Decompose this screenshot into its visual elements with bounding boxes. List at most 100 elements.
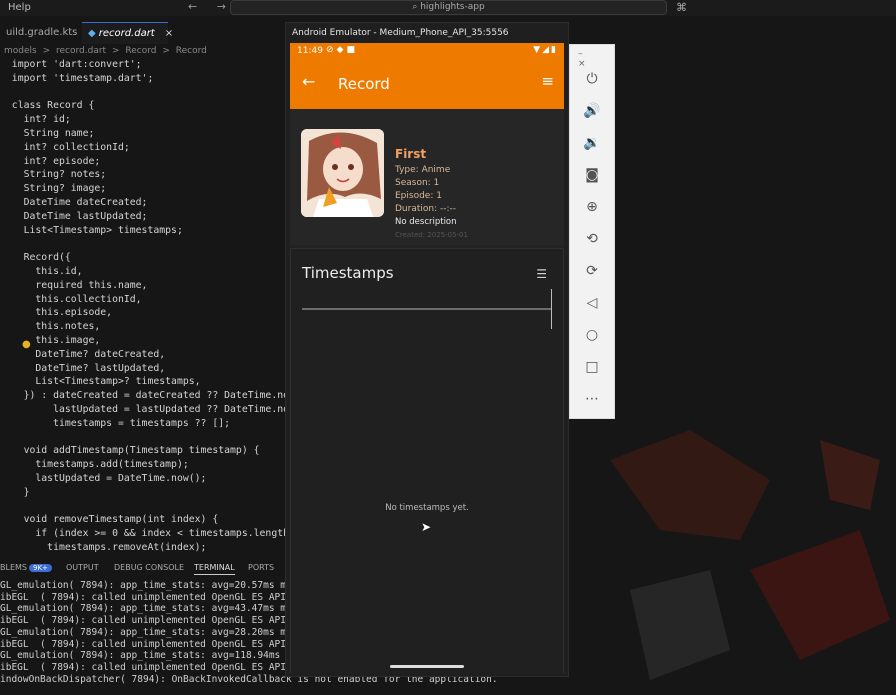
code-line: int? collectionId;	[0, 141, 130, 153]
code-line: DateTime dateCreated;	[0, 197, 148, 208]
emulator-controls: –× ⏻ 🔊 🔉 ◙ ⊕ ⟲ ⟳ ◁ ○ □ ⋯	[569, 44, 615, 419]
breadcrumb-item[interactable]: models	[4, 46, 37, 56]
tab-output[interactable]: OUTPUT	[66, 563, 99, 572]
mouse-cursor-icon: ➤	[421, 520, 432, 534]
record-type: Type: Anime	[395, 165, 451, 175]
record-card: First Type: Anime Season: 1 Episode: 1 D…	[290, 109, 564, 245]
status-notification-icons: ⊘◆■	[326, 45, 358, 55]
terminal-line: GL_emulation( 7894): app_time_stats: avg…	[0, 650, 321, 662]
tab-problems[interactable]: BLEMS 9K+	[0, 563, 52, 572]
terminal-line: GL_emulation( 7894): app_time_stats: avg…	[0, 626, 321, 638]
command-search-text: highlights-app	[420, 2, 485, 12]
code-line: lastUpdated = DateTime.now();	[0, 473, 207, 484]
code-line: this.collectionId,	[0, 293, 142, 305]
code-line: }) : dateCreated = dateCreated ?? DateTi…	[0, 390, 290, 402]
volume-down-icon[interactable]: 🔉	[570, 135, 614, 151]
code-line: DateTime? lastUpdated,	[0, 362, 166, 374]
code-line: class Record {	[0, 100, 95, 112]
close-icon[interactable]: ×	[165, 28, 173, 39]
code-line: }	[0, 486, 30, 498]
hamburger-menu-icon[interactable]: ≡	[541, 72, 554, 90]
editor-tabs: uild.gradle.kts ◆ record.dart ×	[0, 22, 290, 44]
camera-icon[interactable]: ◙	[570, 167, 614, 183]
code-line: Record({	[0, 252, 71, 264]
timeline-track[interactable]	[302, 308, 552, 310]
code-line: this.image,	[0, 335, 101, 346]
gesture-nav-handle[interactable]	[390, 665, 464, 668]
timestamps-card: Timestamps ☰ No timestamps yet. ➤	[290, 248, 564, 673]
panel-tabs: BLEMS 9K+ OUTPUT DEBUG CONSOLE TERMINAL P…	[0, 560, 290, 578]
record-description: No description	[395, 217, 457, 227]
tab-build-gradle[interactable]: uild.gradle.kts	[0, 22, 77, 44]
code-line: required this.name,	[0, 279, 148, 291]
record-season: Season: 1	[395, 178, 440, 188]
window-buttons[interactable]: –×	[578, 49, 614, 69]
terminal-line: ibEGL ( 7894): called unimplemented Open…	[0, 661, 286, 673]
timeline-handle[interactable]	[551, 289, 552, 329]
lightbulb-icon[interactable]: ●	[22, 339, 31, 350]
code-line: List<Timestamp> timestamps;	[0, 224, 183, 236]
breadcrumb-item[interactable]: Record	[125, 46, 156, 56]
status-time: 11:49	[297, 46, 323, 56]
terminal-line: GL_emulation( 7894): app_time_stats: avg…	[0, 603, 321, 615]
command-search[interactable]: ⌕ highlights-app	[230, 0, 667, 15]
app-bar-title: Record	[338, 75, 390, 93]
terminal-line: ibEGL ( 7894): called unimplemented Open…	[0, 591, 286, 603]
record-name: First	[395, 147, 427, 161]
code-editor[interactable]: import 'dart:convert'; import 'timestamp…	[0, 58, 290, 552]
emulator-title: Android Emulator - Medium_Phone_API_35:5…	[292, 28, 509, 38]
tab-debug-console[interactable]: DEBUG CONSOLE	[114, 563, 184, 572]
home-icon[interactable]: ○	[570, 327, 614, 343]
record-info: First Type: Anime Season: 1 Episode: 1 D…	[395, 147, 468, 242]
record-episode: Episode: 1	[395, 191, 442, 201]
code-line: lastUpdated = lastUpdated ?? DateTime.no…	[0, 404, 290, 415]
nav-arrows[interactable]: ← →	[188, 0, 234, 13]
dart-file-icon: ◆	[88, 28, 96, 39]
empty-message: No timestamps yet.	[385, 503, 469, 513]
code-line: int? episode;	[0, 155, 101, 167]
breadcrumb-item[interactable]: record.dart	[56, 46, 106, 56]
code-line: this.notes,	[0, 321, 101, 333]
status-signal-icons: ▼◢▮	[533, 45, 558, 55]
code-line: String name;	[0, 128, 95, 139]
more-icon[interactable]: ⋯	[570, 391, 614, 407]
code-line: this.episode,	[0, 307, 113, 319]
code-line: timestamps = timestamps ?? [];	[0, 417, 231, 429]
code-line: import 'timestamp.dart';	[0, 72, 154, 84]
tab-label: BLEMS	[0, 563, 27, 572]
breadcrumb-item[interactable]: Record	[176, 46, 207, 56]
volume-up-icon[interactable]: 🔊	[570, 103, 614, 119]
tab-record-dart[interactable]: ◆ record.dart ×	[82, 22, 173, 44]
record-duration: Duration: --:--	[395, 204, 457, 214]
phone-screen[interactable]: 11:49 ⊘◆■ ▼◢▮ ← Record ≡ First Type: Ani…	[290, 43, 564, 673]
code-line: List<Timestamp>? timestamps,	[0, 376, 201, 388]
code-line: void removeTimestamp(int index) {	[0, 514, 219, 526]
rotate-left-icon[interactable]: ⟲	[570, 231, 614, 247]
zoom-icon[interactable]: ⊕	[570, 199, 614, 215]
tab-terminal[interactable]: TERMINAL	[194, 563, 235, 575]
terminal-line: ibEGL ( 7894): called unimplemented Open…	[0, 615, 286, 627]
code-line: import 'dart:convert';	[0, 59, 142, 70]
back-arrow-icon[interactable]: ←	[302, 72, 315, 91]
sort-filter-icon[interactable]: ☰	[536, 267, 547, 281]
tab-label: record.dart	[98, 28, 155, 39]
terminal-line: ibEGL ( 7894): called unimplemented Open…	[0, 638, 286, 650]
code-line: String? image;	[0, 183, 107, 195]
menu-help[interactable]: Help	[8, 2, 31, 13]
breadcrumb-separator: >	[42, 46, 51, 56]
back-icon[interactable]: ◁	[570, 295, 614, 311]
code-line: timestamps.removeAt(index);	[0, 542, 207, 552]
rotate-right-icon[interactable]: ⟳	[570, 263, 614, 279]
code-line: this.id,	[0, 266, 83, 277]
code-line: void addTimestamp(Timestamp timestamp) {	[0, 445, 260, 457]
code-line: timestamps.add(timestamp);	[0, 459, 189, 471]
status-bar: 11:49 ⊘◆■ ▼◢▮	[290, 43, 564, 61]
overview-icon[interactable]: □	[570, 359, 614, 375]
background-artwork	[610, 430, 890, 680]
code-line: if (index >= 0 && index < timestamps.len…	[0, 528, 290, 540]
tab-ports[interactable]: PORTS	[248, 563, 274, 572]
copilot-icon[interactable]: ⌘	[676, 1, 687, 14]
tab-label: uild.gradle.kts	[6, 27, 78, 38]
terminal-line: GL_emulation( 7894): app_time_stats: avg…	[0, 580, 321, 591]
power-icon[interactable]: ⏻	[570, 71, 614, 87]
